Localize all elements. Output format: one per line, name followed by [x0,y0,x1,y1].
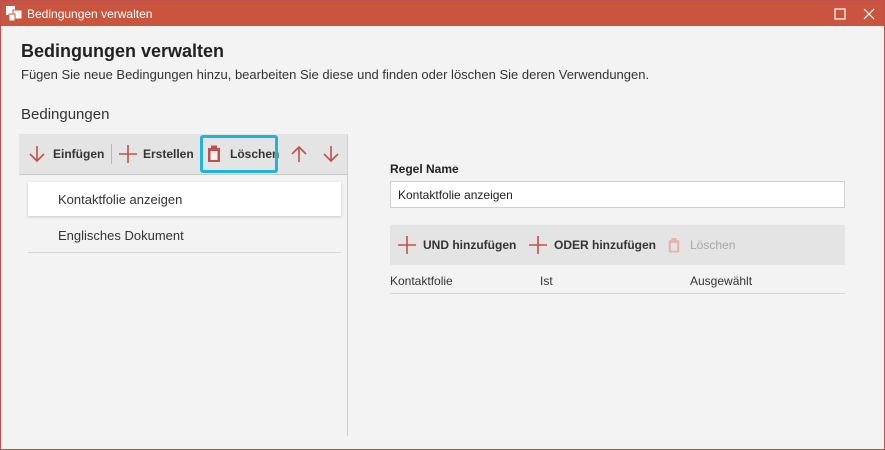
trash-icon [668,237,680,252]
create-button[interactable]: Erstellen [117,134,194,174]
column-header-kontaktfolie[interactable]: Kontaktfolie [390,274,453,288]
rule-name-input[interactable] [390,181,845,208]
add-and-button[interactable]: UND hinzufügen [397,225,516,265]
column-header-ist[interactable]: Ist [540,274,553,288]
table-header-divider [390,293,845,294]
list-item-label: Kontaktfolie anzeigen [58,191,183,207]
column-header-ausgewaehlt[interactable]: Ausgewählt [690,274,752,288]
rule-name-label: Regel Name [390,162,459,176]
conditions-section-label: Bedingungen [21,106,110,123]
window-title: Bedingungen verwalten [27,7,153,21]
page-title: Bedingungen verwalten [21,41,225,61]
add-and-label: UND hinzufügen [423,238,517,252]
app-icon [6,6,22,22]
rule-delete-label: Löschen [690,238,736,252]
panel-divider [347,134,348,436]
move-down-button[interactable] [321,134,341,174]
rule-toolbar: UND hinzufügen ODER hinzufügen Löschen [390,225,845,265]
maximize-icon[interactable] [831,5,849,23]
list-item[interactable]: Englisches Dokument [28,219,341,253]
arrow-down-icon [29,146,45,163]
insert-button[interactable]: Einfügen [27,134,104,174]
delete-button-highlight [200,135,278,173]
toolbar-divider [111,144,112,164]
page-subtitle: Fügen Sie neue Bedingungen hinzu, bearbe… [21,67,650,82]
arrow-up-icon [291,145,307,162]
plus-icon [119,145,137,163]
dialog-window: Bedingungen verwalten Bedingungen verwal… [0,0,885,450]
arrow-down-icon [323,146,339,163]
add-or-button[interactable]: ODER hinzufügen [528,225,656,265]
move-up-button[interactable] [289,134,309,174]
list-item[interactable]: Kontaktfolie anzeigen [28,182,341,216]
title-bar[interactable]: Bedingungen verwalten [1,1,884,26]
plus-icon [398,236,416,254]
rule-delete-button[interactable]: Löschen [667,225,735,265]
close-icon[interactable] [860,5,878,23]
add-or-label: ODER hinzufügen [554,238,656,252]
create-label: Erstellen [143,147,194,161]
list-item-label: Englisches Dokument [58,228,184,243]
plus-icon [529,236,547,254]
insert-label: Einfügen [53,147,105,161]
conditions-toolbar: Einfügen Erstellen Löschen [19,134,347,175]
